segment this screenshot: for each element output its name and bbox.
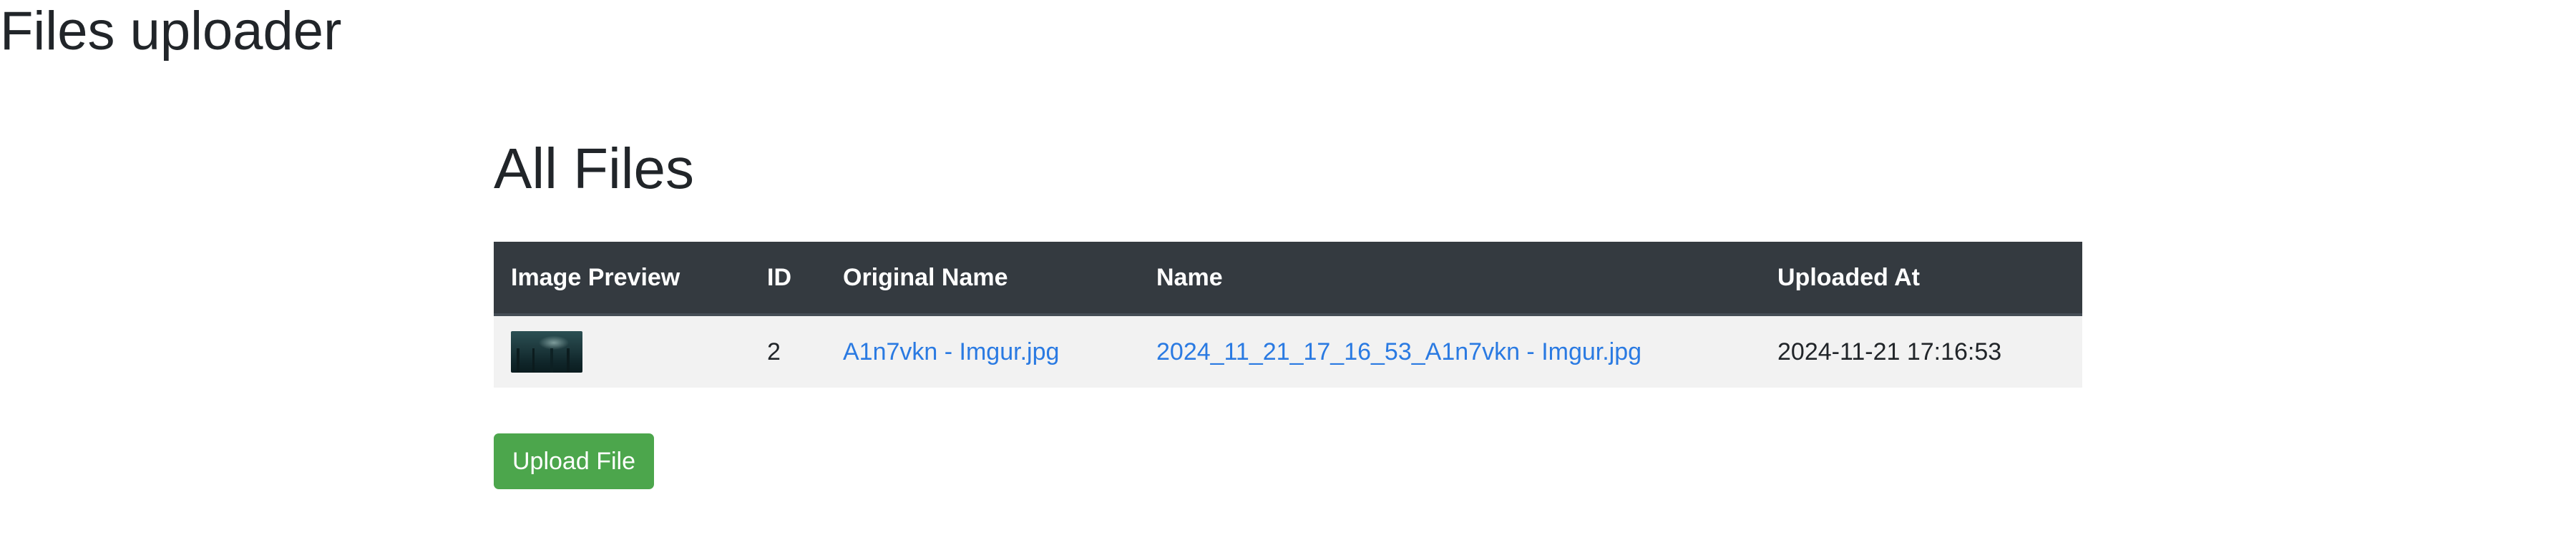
column-header-name: Name (1139, 242, 1760, 316)
app-title: Files uploader (0, 1, 342, 62)
column-header-uploaded-at: Uploaded At (1760, 242, 2082, 316)
upload-file-button[interactable]: Upload File (494, 433, 654, 489)
main-content: All Files Image Preview ID Original Name… (494, 140, 2082, 489)
page-title: All Files (494, 137, 695, 200)
file-name-link[interactable]: 2024_11_21_17_16_53_A1n7vkn - Imgur.jpg (1156, 338, 1641, 365)
table-header-row: Image Preview ID Original Name Name Uplo… (494, 242, 2082, 316)
column-header-original-name: Original Name (826, 242, 1139, 316)
cell-name: 2024_11_21_17_16_53_A1n7vkn - Imgur.jpg (1139, 315, 1760, 388)
table-body: 2 A1n7vkn - Imgur.jpg 2024_11_21_17_16_5… (494, 315, 2082, 388)
cell-image-preview (494, 315, 750, 388)
cell-id: 2 (750, 315, 826, 388)
cell-original-name: A1n7vkn - Imgur.jpg (826, 315, 1139, 388)
table-header: Image Preview ID Original Name Name Uplo… (494, 242, 2082, 316)
column-header-id: ID (750, 242, 826, 316)
image-thumbnail-icon[interactable] (511, 331, 582, 373)
files-table: Image Preview ID Original Name Name Uplo… (494, 242, 2082, 388)
cell-uploaded-at: 2024-11-21 17:16:53 (1760, 315, 2082, 388)
original-name-link[interactable]: A1n7vkn - Imgur.jpg (843, 338, 1059, 365)
table-row: 2 A1n7vkn - Imgur.jpg 2024_11_21_17_16_5… (494, 315, 2082, 388)
column-header-image-preview: Image Preview (494, 242, 750, 316)
